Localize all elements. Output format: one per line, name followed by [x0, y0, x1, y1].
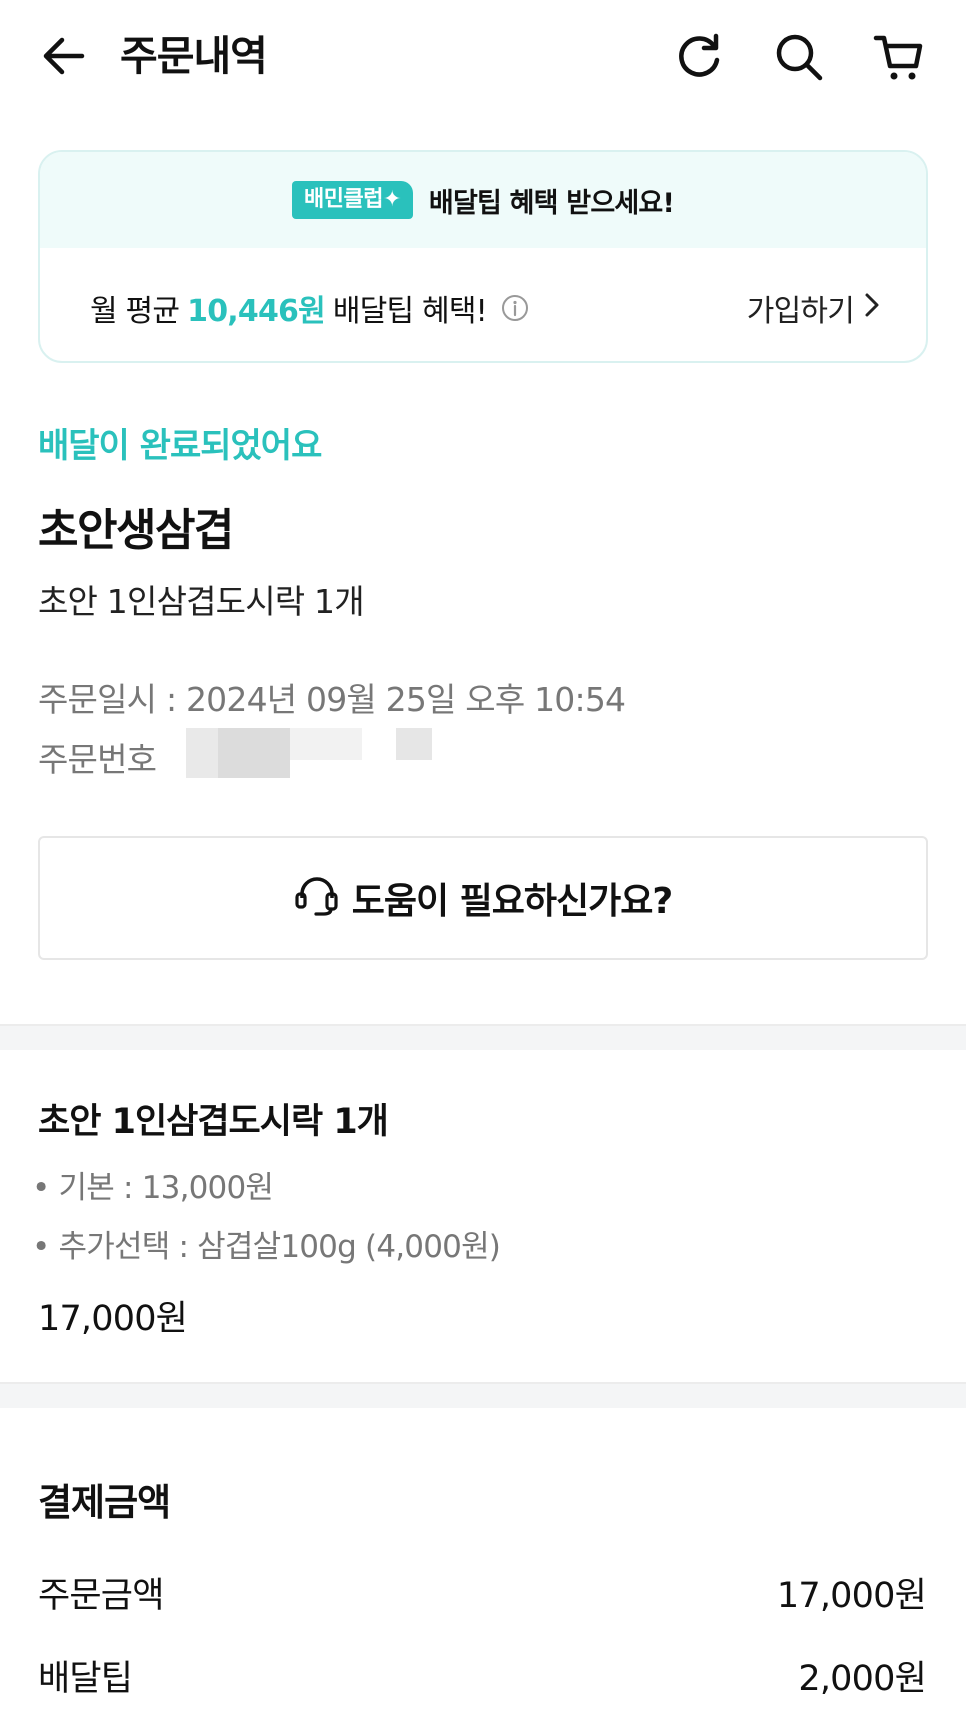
- join-club-label: 가입하기: [746, 294, 855, 329]
- search-icon[interactable]: [772, 30, 826, 84]
- club-banner-top: 배민클럽✦ 배달팁 혜택 받으세요!: [40, 152, 926, 248]
- order-date: 주문일시 : 2024년 09월 25일 오후 10:54: [38, 673, 626, 721]
- order-number-label: 주문번호: [38, 740, 157, 779]
- club-average-benefit: 월 평균 10,446원 배달팁 혜택!: [90, 286, 529, 330]
- payment-row: 배달팁 2,000원: [38, 1650, 927, 1701]
- club-banner-bottom: 월 평균 10,446원 배달팁 혜택! 가입하기: [40, 248, 926, 361]
- payment-row-label: 배달팁: [38, 1659, 133, 1699]
- headset-icon: [294, 876, 340, 920]
- item-price: 17,000원: [38, 1299, 188, 1339]
- page-title: 주문내역: [120, 32, 268, 80]
- help-button[interactable]: 도움이 필요하신가요?: [38, 836, 928, 960]
- cart-icon[interactable]: [872, 30, 926, 84]
- order-date-value: 2024년 09월 25일 오후 10:54: [185, 680, 626, 719]
- item-option-base: • 기본 : 13,000원: [32, 1170, 274, 1206]
- back-arrow-icon[interactable]: [38, 30, 90, 82]
- payment-row-value: 17,000원: [776, 1576, 927, 1616]
- club-badge: 배민클럽✦: [292, 181, 413, 219]
- club-promo-banner[interactable]: 배민클럽✦ 배달팁 혜택 받으세요! 월 평균 10,446원 배달팁 혜택! …: [38, 150, 928, 363]
- item-option-extra: • 추가선택 : 삼겹살100g (4,000원): [32, 1229, 501, 1265]
- section-divider: [0, 1382, 966, 1408]
- redacted-block: [218, 728, 290, 778]
- payment-row-value: 2,000원: [798, 1659, 926, 1699]
- store-name[interactable]: 초안생삼겹: [38, 494, 234, 558]
- club-avg-prefix: 월 평균: [90, 294, 180, 329]
- order-date-label: 주문일시: [38, 680, 157, 719]
- chevron-right-icon: [864, 291, 880, 326]
- refresh-icon[interactable]: [672, 30, 726, 84]
- redacted-block: [290, 728, 362, 760]
- order-number: 주문번호: [38, 733, 157, 781]
- payment-row: 주문금액 17,000원: [38, 1567, 927, 1618]
- item-title: 초안 1인삼겹도시락 1개: [38, 1102, 389, 1142]
- club-avg-suffix: 배달팁 혜택!: [332, 294, 488, 329]
- section-divider: [0, 1024, 966, 1050]
- payment-row-label: 주문금액: [38, 1576, 164, 1616]
- info-icon[interactable]: [501, 294, 529, 322]
- help-button-label: 도움이 필요하신가요?: [351, 881, 673, 922]
- payment-title: 결제금액: [38, 1481, 171, 1524]
- order-summary: 초안 1인삼겹도시락 1개: [38, 582, 365, 621]
- app-header: 주문내역: [0, 0, 966, 118]
- order-date-separator: :: [165, 680, 177, 719]
- club-headline: 배달팁 혜택 받으세요!: [428, 187, 675, 219]
- club-avg-amount: 10,446원: [187, 294, 326, 329]
- redacted-block: [396, 728, 432, 760]
- delivery-status: 배달이 완료되었어요: [38, 426, 322, 466]
- join-club-link[interactable]: 가입하기: [747, 286, 880, 330]
